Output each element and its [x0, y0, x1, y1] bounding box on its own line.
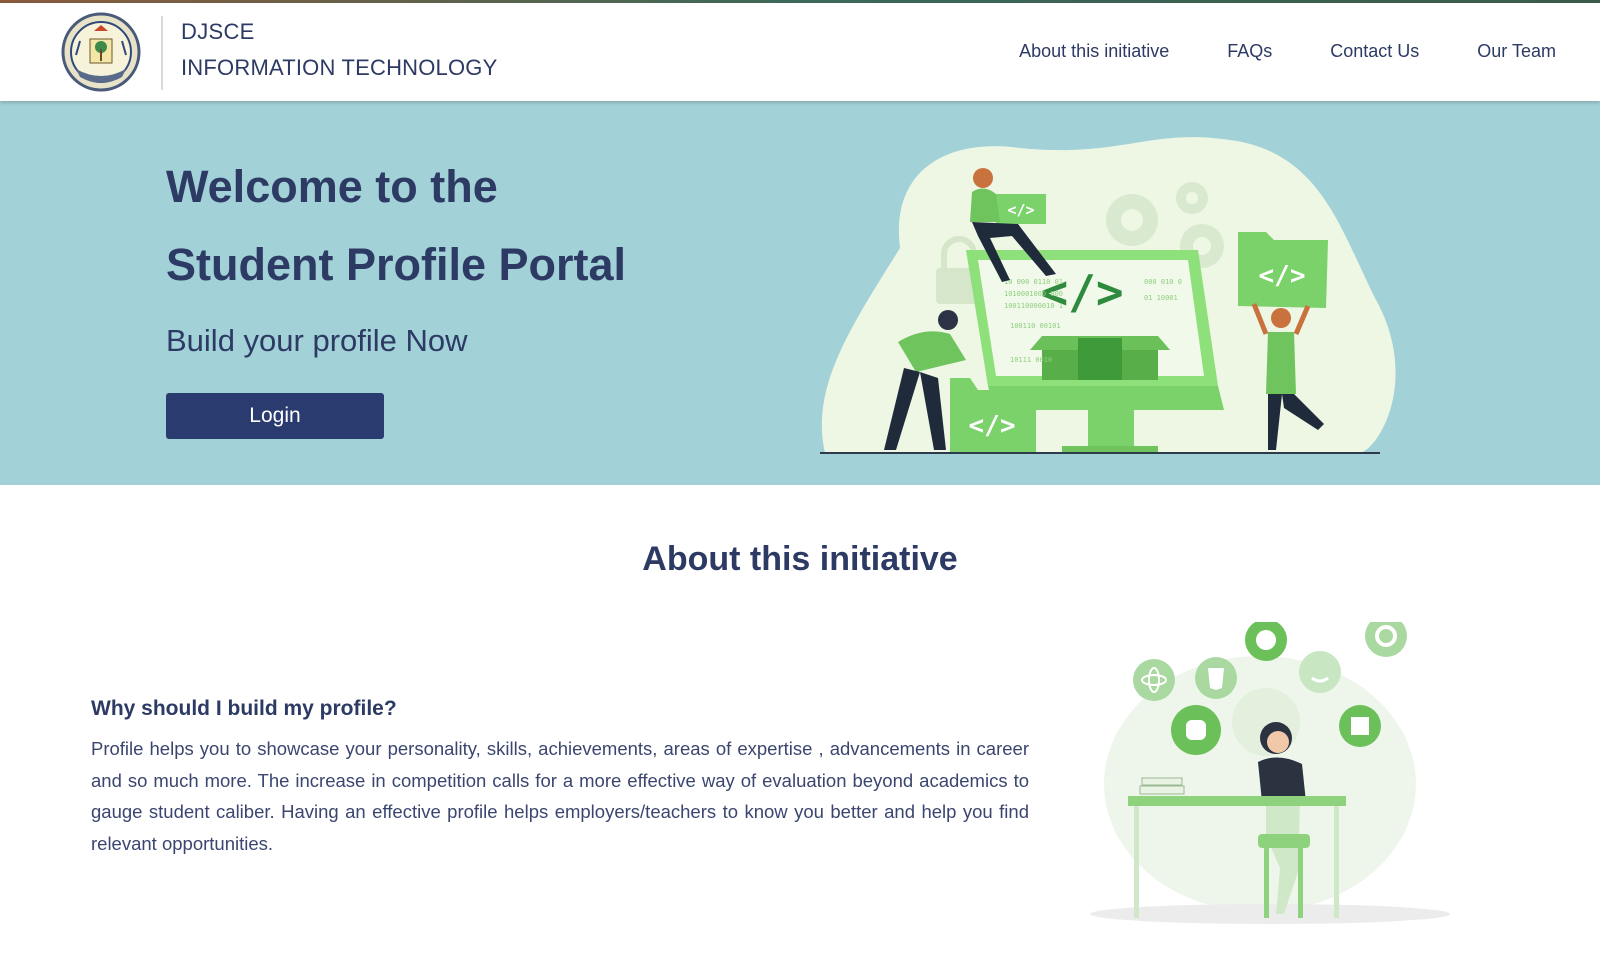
nav-about[interactable]: About this initiative [1019, 41, 1169, 62]
hero-title-line2: Student Profile Portal [166, 239, 627, 290]
svg-text:000 010 0: 000 010 0 [1144, 278, 1182, 286]
javascript-icon [1339, 705, 1381, 747]
sign-icon: </> [996, 194, 1046, 224]
login-button[interactable]: Login [166, 393, 384, 439]
box-code-tag: </> [969, 411, 1016, 441]
svg-text:10 000 0110 01: 10 000 0110 01 [1004, 278, 1063, 286]
python-icon [1171, 705, 1221, 755]
svg-text:1010001000 000: 1010001000 000 [1004, 290, 1063, 298]
student-at-desk-illustration [1090, 622, 1450, 924]
nav-team[interactable]: Our Team [1477, 41, 1556, 62]
why-build-profile-heading: Why should I build my profile? [91, 697, 397, 720]
main-nav: About this initiative FAQs Contact Us Ou… [1019, 41, 1556, 62]
about-section-title: About this initiative [642, 540, 958, 578]
site-header: DJSCE INFORMATION TECHNOLOGY About this … [0, 3, 1600, 101]
sign-code-tag: </> [1007, 201, 1034, 219]
hero-title-line1: Welcome to the [166, 161, 498, 212]
college-logo-icon[interactable] [60, 11, 142, 93]
hero-subtitle: Build your profile Now [166, 323, 468, 358]
department-name: INFORMATION TECHNOLOGY [181, 55, 498, 80]
react-icon [1133, 659, 1175, 701]
html5-icon [1195, 657, 1237, 699]
folder-code-tag: </> [1259, 261, 1306, 291]
nav-contact[interactable]: Contact Us [1330, 41, 1419, 62]
brand-divider [161, 16, 163, 90]
github-icon [1245, 622, 1287, 661]
why-build-profile-text: Profile helps you to showcase your perso… [91, 738, 1029, 854]
brand-name: DJSCE [181, 19, 255, 44]
svg-text:100110000010 1: 100110000010 1 [1004, 302, 1063, 310]
c-language-icon [1365, 622, 1407, 657]
coding-illustration: </> 10 000 0110 01 1010001000 000 100110… [820, 137, 1396, 454]
svg-text:10111 0010: 10111 0010 [1010, 356, 1052, 364]
nav-faqs[interactable]: FAQs [1227, 41, 1272, 62]
svg-text:01 10001: 01 10001 [1144, 294, 1178, 302]
java-icon [1299, 651, 1341, 693]
folder-icon: </> [1238, 232, 1328, 308]
svg-text:100110 00101: 100110 00101 [1010, 322, 1061, 330]
hero-section: Welcome to the Student Profile Portal Bu… [0, 101, 1600, 485]
